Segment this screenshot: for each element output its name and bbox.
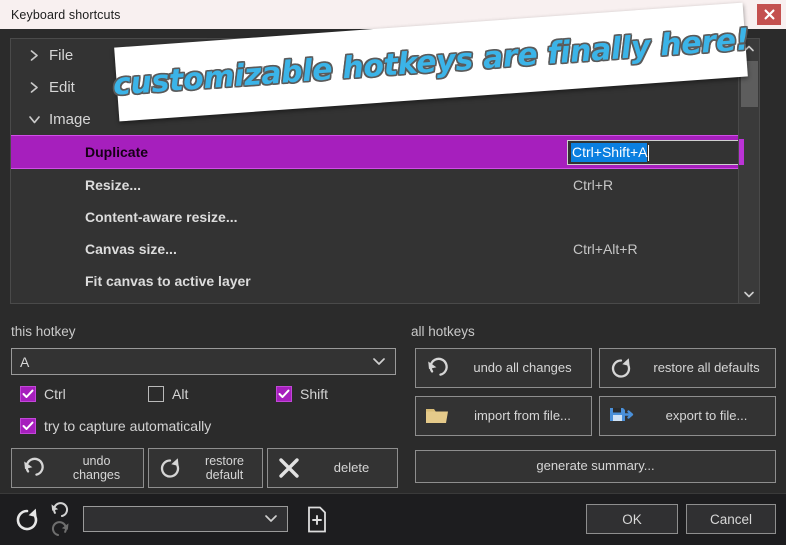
all-hotkeys-section-label: all hotkeys bbox=[411, 324, 475, 339]
folder-icon bbox=[416, 405, 458, 427]
checkbox-label: Ctrl bbox=[44, 386, 66, 402]
chevron-down-icon bbox=[23, 114, 45, 125]
preset-select[interactable] bbox=[83, 506, 288, 532]
restore-default-label: restore default bbox=[191, 454, 262, 482]
undo-changes-label: undo changes bbox=[54, 454, 143, 482]
restore-all-defaults-button[interactable]: restore all defaults bbox=[599, 348, 776, 388]
delete-x-icon bbox=[268, 457, 310, 479]
cancel-button[interactable]: Cancel bbox=[686, 504, 776, 534]
scroll-down-button[interactable] bbox=[739, 285, 759, 303]
tree-group-label: Edit bbox=[49, 78, 75, 96]
generate-summary-label: generate summary... bbox=[536, 458, 655, 474]
check-icon bbox=[278, 389, 290, 398]
ok-button[interactable]: OK bbox=[586, 504, 678, 534]
generate-summary-button[interactable]: generate summary... bbox=[415, 450, 776, 483]
undo-button[interactable] bbox=[48, 500, 70, 520]
restore-default-button[interactable]: restore default bbox=[148, 448, 263, 488]
tree-group-label: Image bbox=[49, 110, 91, 128]
checkbox-auto-capture[interactable]: try to capture automatically bbox=[20, 418, 211, 434]
checkbox-box bbox=[276, 386, 292, 402]
tree-group-label: File bbox=[49, 46, 74, 64]
export-to-file-label: export to file... bbox=[665, 407, 748, 423]
save-export-icon bbox=[600, 405, 642, 427]
check-icon bbox=[22, 389, 34, 398]
new-preset-button[interactable] bbox=[305, 505, 329, 533]
chevron-down-icon bbox=[264, 510, 278, 528]
shortcut-item-name: Content-aware resize... bbox=[85, 209, 238, 225]
redo-arrow-icon bbox=[51, 520, 69, 536]
restore-icon bbox=[149, 456, 191, 480]
undo-all-changes-button[interactable]: undo all changes bbox=[415, 348, 592, 388]
button-line-2: default bbox=[205, 468, 244, 482]
redo-button[interactable] bbox=[50, 519, 72, 539]
checkbox-label: Shift bbox=[300, 386, 329, 402]
checkbox-ctrl[interactable]: Ctrl bbox=[20, 386, 66, 402]
shortcut-item-name: Fit canvas to active layer bbox=[85, 273, 251, 289]
chevron-down-icon bbox=[372, 353, 386, 371]
delete-label: delete bbox=[333, 459, 370, 475]
undo-icon bbox=[12, 456, 54, 480]
chevron-right-icon bbox=[23, 81, 45, 94]
new-file-icon bbox=[308, 506, 326, 532]
table-row[interactable]: Duplicate Ctrl+Shift+A bbox=[11, 135, 759, 169]
hotkey-key-value: A bbox=[20, 353, 30, 370]
button-line-1: undo bbox=[82, 454, 111, 468]
hotkey-key-select[interactable]: A bbox=[11, 348, 396, 375]
reset-icon bbox=[16, 508, 38, 531]
shortcut-key-input[interactable]: Ctrl+Shift+A bbox=[567, 140, 759, 165]
table-row[interactable]: Fit canvas to active layer bbox=[11, 265, 759, 297]
close-icon bbox=[764, 9, 774, 20]
checkbox-alt[interactable]: Alt bbox=[148, 386, 188, 402]
import-from-file-button[interactable]: import from file... bbox=[415, 396, 592, 436]
keyboard-shortcuts-dialog: Keyboard shortcuts File Edit Image Dupli… bbox=[0, 0, 786, 545]
shortcut-item-name: Canvas size... bbox=[85, 241, 177, 257]
shortcut-item-key: Ctrl+Alt+R bbox=[573, 241, 638, 257]
table-row[interactable]: Resize... Ctrl+R bbox=[11, 169, 759, 201]
export-to-file-button[interactable]: export to file... bbox=[599, 396, 776, 436]
button-line-1: restore bbox=[205, 454, 244, 468]
table-row[interactable]: Content-aware resize... bbox=[11, 201, 759, 233]
checkbox-shift[interactable]: Shift bbox=[276, 386, 328, 402]
undo-icon bbox=[416, 356, 458, 380]
import-from-file-label: import from file... bbox=[474, 407, 571, 423]
window-title: Keyboard shortcuts bbox=[11, 7, 121, 22]
undo-arrow-icon bbox=[51, 501, 69, 517]
this-hotkey-section-label: this hotkey bbox=[11, 324, 76, 339]
checkbox-label: try to capture automatically bbox=[44, 418, 212, 434]
checkbox-box bbox=[20, 386, 36, 402]
reset-button[interactable] bbox=[12, 505, 42, 535]
undo-changes-button[interactable]: undo changes bbox=[11, 448, 144, 488]
delete-button[interactable]: delete bbox=[267, 448, 398, 488]
checkbox-label: Alt bbox=[172, 386, 189, 402]
table-row[interactable]: Canvas size... Ctrl+Alt+R bbox=[11, 233, 759, 265]
restore-icon bbox=[600, 356, 642, 380]
checkbox-box bbox=[20, 418, 36, 434]
close-button[interactable] bbox=[757, 4, 781, 25]
undo-all-changes-label: undo all changes bbox=[473, 359, 572, 375]
shortcut-item-name: Resize... bbox=[85, 177, 142, 193]
shortcut-item-key: Ctrl+R bbox=[573, 177, 614, 193]
restore-all-defaults-label: restore all defaults bbox=[653, 359, 760, 375]
shortcut-item-name: Duplicate bbox=[85, 144, 149, 160]
checkbox-box bbox=[148, 386, 164, 402]
chevron-right-icon bbox=[23, 49, 45, 62]
check-icon bbox=[22, 421, 34, 430]
tree-scrollbar[interactable] bbox=[738, 39, 759, 303]
scrollbar-selection-marker bbox=[739, 139, 744, 165]
button-line-2: changes bbox=[72, 468, 121, 482]
shortcut-key-input-value: Ctrl+Shift+A bbox=[571, 143, 648, 162]
text-caret bbox=[648, 144, 650, 161]
